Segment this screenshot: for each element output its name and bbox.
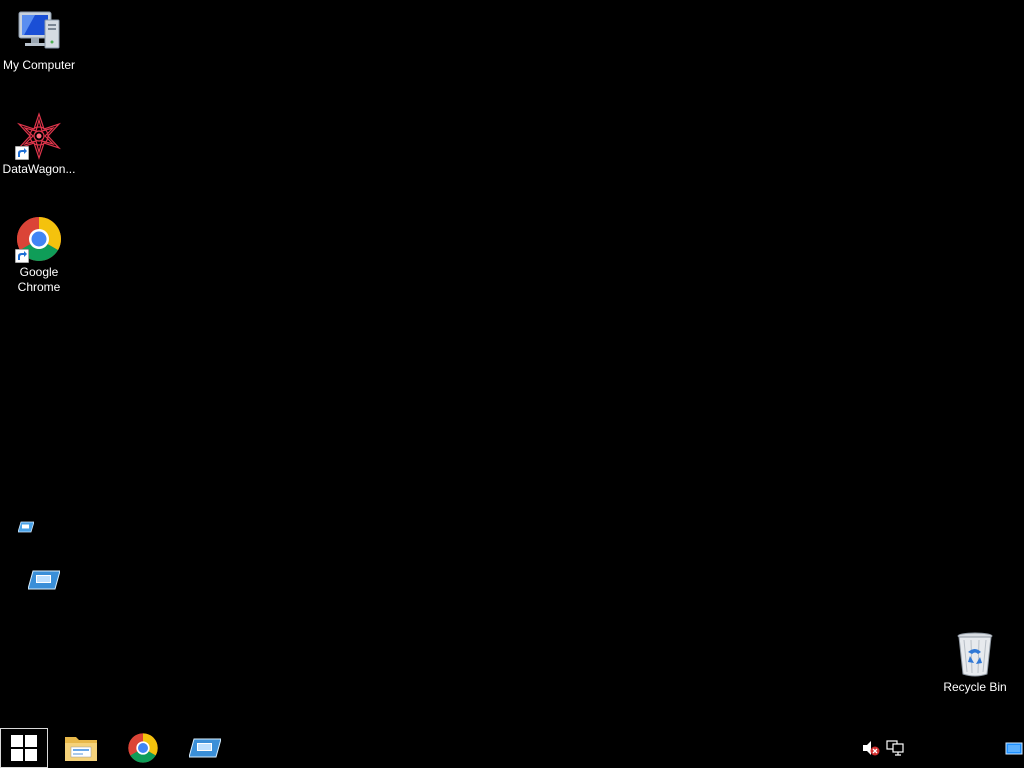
show-desktop-icon[interactable] <box>1005 740 1023 756</box>
recycle-bin-icon <box>951 630 999 678</box>
remote-desktop-icon <box>189 738 221 758</box>
desktop-icon-label: My Computer <box>2 58 76 72</box>
desktop-icon-recycle-bin[interactable]: Recycle Bin <box>936 630 1014 695</box>
taskbar <box>0 728 1024 768</box>
shortcut-arrow-icon <box>15 146 29 160</box>
remote-desktop-icon[interactable] <box>27 570 61 590</box>
desktop-icon-my-computer[interactable]: My Computer <box>0 8 78 73</box>
datawagon-icon <box>15 112 63 160</box>
file-explorer-icon <box>65 737 97 761</box>
chrome-icon <box>128 733 158 763</box>
chrome-icon <box>15 215 63 263</box>
desktop: My Computer DataWagon... Google Chrome R… <box>0 0 1024 728</box>
start-button[interactable] <box>0 728 48 768</box>
taskbar-file-explorer[interactable] <box>57 728 105 768</box>
desktop-icon-google-chrome[interactable]: Google Chrome <box>0 215 78 295</box>
volume-muted-icon[interactable] <box>862 740 880 756</box>
taskbar-google-chrome[interactable] <box>119 728 167 768</box>
desktop-icon-datawagon[interactable]: DataWagon... <box>0 112 78 177</box>
desktop-icon-label: Recycle Bin <box>943 680 1007 694</box>
taskbar-remote-desktop[interactable] <box>181 728 229 768</box>
network-icon[interactable] <box>886 740 904 756</box>
desktop-icon-label: DataWagon... <box>2 162 76 176</box>
shortcut-arrow-icon <box>15 249 29 263</box>
desktop-icon-label: Google Chrome <box>17 265 61 294</box>
my-computer-icon <box>15 8 63 56</box>
remote-desktop-icon[interactable] <box>17 520 35 533</box>
windows-logo-icon <box>11 735 37 761</box>
